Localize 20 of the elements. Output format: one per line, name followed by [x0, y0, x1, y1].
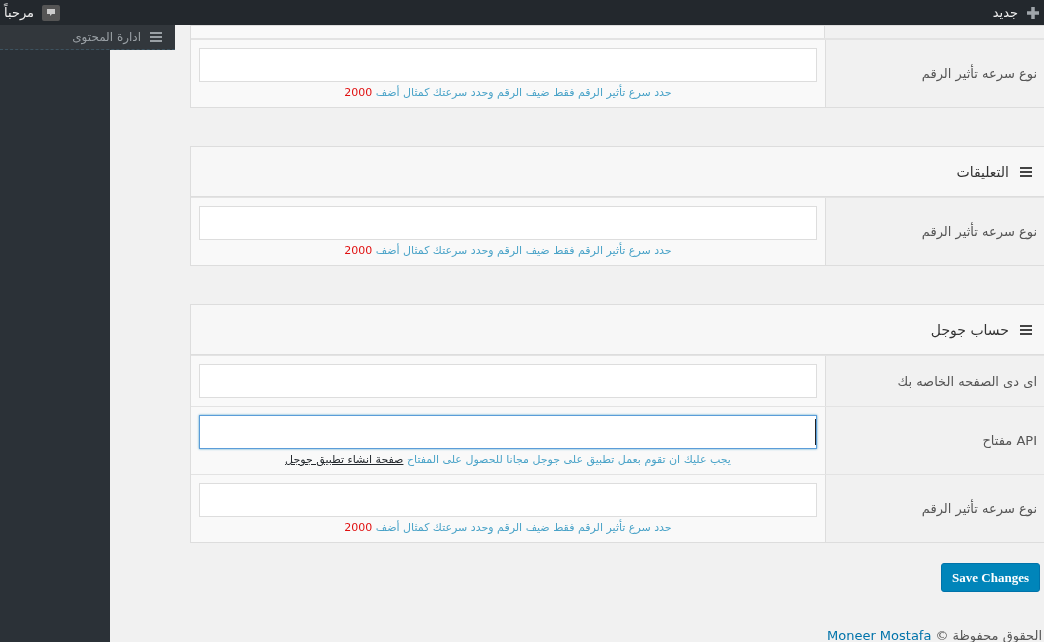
help-text: يجب عليك ان تقوم بعمل تطبيق على جوجل مجانا للحصول على المفتاح صفحة انشاء تطبيق جوجل	[285, 453, 731, 466]
section-title: حساب جوجل	[930, 321, 1009, 338]
field-label: نوع سرعه تأثير الرقم	[825, 198, 1044, 265]
field-label: نوع سرعه تأثير الرقم	[825, 475, 1044, 542]
section-title: التعليقات	[956, 163, 1009, 180]
menu-icon	[1019, 323, 1033, 336]
menu-icon	[1019, 165, 1033, 178]
footer-link[interactable]: Moneer Mostafa	[827, 628, 932, 642]
greeting-text[interactable]: مرحباً	[4, 5, 35, 20]
field-label: نوع سرعه تأثير الرقم	[825, 40, 1044, 107]
field-label: اى دى الصفحه الخاصه بك	[825, 356, 1044, 406]
submenu-item[interactable]: ادارة المحتوى	[0, 25, 175, 50]
new-link[interactable]: جديد	[992, 5, 1018, 20]
field-label: API مفتاح	[825, 407, 1044, 474]
save-button[interactable]: Save Changes	[941, 563, 1040, 592]
input-field[interactable]	[199, 415, 817, 449]
comment-icon[interactable]	[42, 4, 61, 21]
menu-icon	[149, 31, 163, 43]
plus-icon	[1026, 5, 1040, 20]
help-link[interactable]: صفحة انشاء تطبيق جوجل	[285, 453, 404, 466]
